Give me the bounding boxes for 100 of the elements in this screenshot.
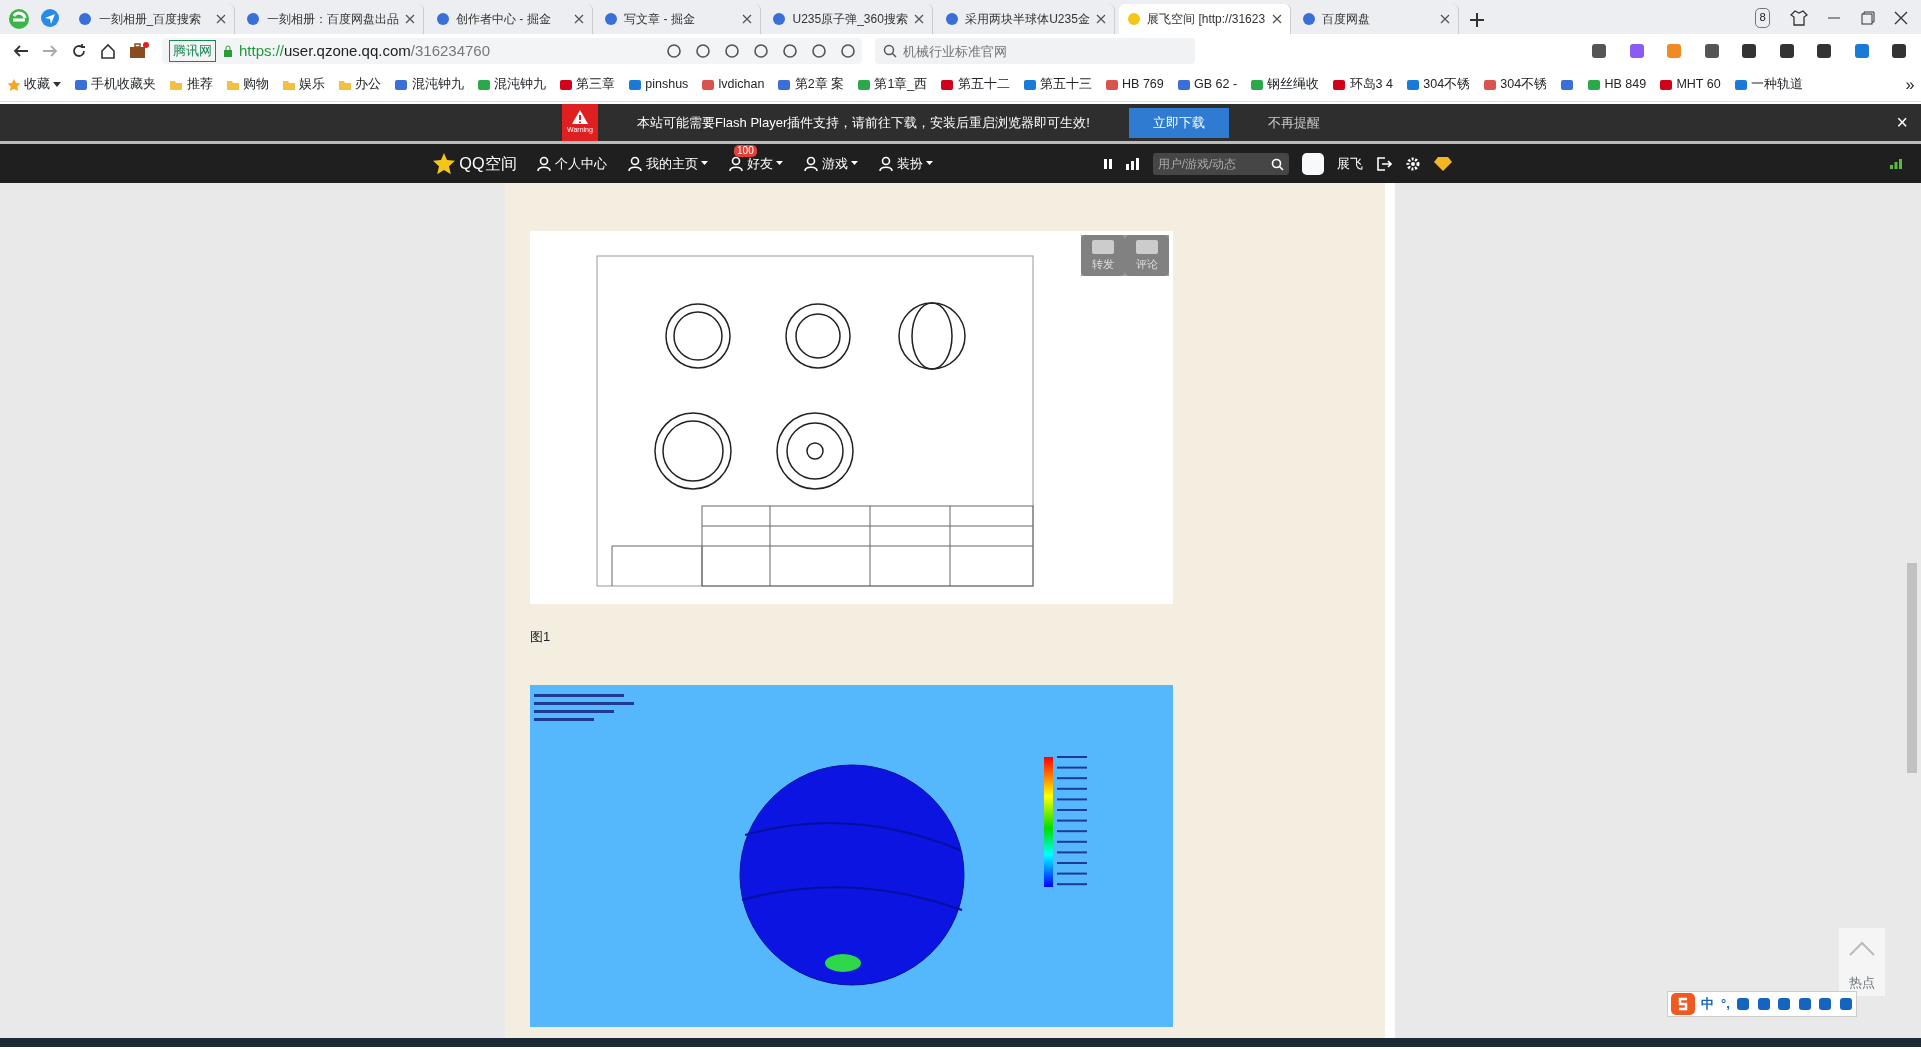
bookmark-link[interactable]: 第五十三 xyxy=(1022,75,1092,94)
pause-icon[interactable] xyxy=(1102,157,1113,170)
nav-link[interactable]: 装扮 xyxy=(877,153,934,174)
tab-favicon-icon xyxy=(78,12,92,26)
sync-icon[interactable] xyxy=(1852,42,1871,60)
bookmark-link[interactable]: 收藏 xyxy=(6,75,61,94)
site-favicon-icon xyxy=(1659,77,1674,92)
punctuation-toggle[interactable]: °, xyxy=(1720,994,1730,1014)
close-icon[interactable] xyxy=(1096,14,1107,24)
site-favicon-icon xyxy=(1332,77,1347,92)
send-icon[interactable] xyxy=(40,7,61,28)
site-favicon-icon xyxy=(701,77,716,92)
bookmark-link[interactable]: 推荐 xyxy=(169,75,213,94)
share-icon xyxy=(1090,238,1116,257)
bookmark-link[interactable]: MHT 60 xyxy=(1659,75,1721,94)
bookmark-link[interactable]: 混沌钟九 xyxy=(394,75,464,94)
close-icon[interactable] xyxy=(405,14,416,24)
close-icon[interactable] xyxy=(914,14,925,24)
bookmark-link[interactable]: 购物 xyxy=(225,75,269,94)
star-icon xyxy=(6,77,21,92)
more-bookmarks-button[interactable]: » xyxy=(1905,72,1915,97)
signal-icon xyxy=(1889,158,1902,169)
scrollbar-thumb[interactable] xyxy=(1907,563,1917,773)
close-button[interactable]: × xyxy=(1896,107,1908,138)
nav-link[interactable]: 游戏 xyxy=(802,153,859,174)
close-icon[interactable] xyxy=(216,14,226,24)
browser-logo-icon[interactable] xyxy=(6,6,31,31)
bookmark-link[interactable]: 一种轨道 xyxy=(1733,75,1803,94)
tab-favicon-icon xyxy=(435,12,450,26)
search-icon xyxy=(1270,157,1284,171)
bookmark-link[interactable]: 手机收藏夹 xyxy=(74,75,157,94)
bookmark-link[interactable]: 钢丝绳收 xyxy=(1250,75,1320,94)
warning-icon xyxy=(571,109,589,126)
site-badge: 腾讯网 xyxy=(168,40,216,62)
bookmark-link[interactable]: 第1章_西 xyxy=(857,75,928,94)
restore-icon[interactable] xyxy=(1860,10,1875,25)
flash-warning-message: 本站可能需要Flash Player插件支持，请前往下载，安装后重启浏览器即可生效! xyxy=(637,113,1090,132)
site-favicon-icon xyxy=(476,77,491,92)
bookmark-link[interactable]: GB 62 - xyxy=(1176,75,1238,94)
bookmark-link[interactable]: HB 849 xyxy=(1587,75,1647,94)
bookmark-link[interactable]: 混沌钟九 xyxy=(476,75,546,94)
site-logo-text[interactable]: QQ空间 xyxy=(459,151,517,176)
nav-link[interactable]: 个人中心 xyxy=(536,153,608,174)
star-logo-icon[interactable] xyxy=(432,151,456,176)
site-favicon-icon xyxy=(74,77,88,92)
input-mode-toggle[interactable]: 中 xyxy=(1701,994,1715,1014)
bookmark-link[interactable]: 304不锈 xyxy=(1406,75,1471,94)
bookmark-link[interactable]: 第五十二 xyxy=(940,75,1010,94)
close-icon[interactable] xyxy=(1271,14,1282,24)
tab-favicon-icon xyxy=(772,12,786,26)
site-favicon-icon xyxy=(777,77,792,92)
diamond-icon[interactable] xyxy=(1433,155,1452,172)
dismiss-link[interactable]: 不再提醒 xyxy=(1267,112,1320,133)
download-button[interactable]: 立即下载 xyxy=(1128,107,1229,138)
site-favicon-icon xyxy=(1733,77,1748,92)
search-field[interactable]: 机械行业标准官网 xyxy=(875,38,1195,64)
reload-icon[interactable] xyxy=(71,43,87,59)
tab-favicon-icon xyxy=(1301,12,1316,26)
site-favicon-icon xyxy=(1560,77,1575,92)
back-icon[interactable] xyxy=(13,43,29,59)
close-icon[interactable] xyxy=(1439,14,1450,24)
site-favicon-icon xyxy=(1176,77,1191,92)
input-method-logo-icon[interactable] xyxy=(1670,993,1695,1015)
nav-link[interactable]: 我的主页 xyxy=(626,153,709,174)
site-favicon-icon xyxy=(394,77,409,92)
browser-tab[interactable]: 展飞空间 [http://31623 xyxy=(1118,4,1291,34)
bookmark-link[interactable]: 第三章 xyxy=(558,75,615,94)
figure-caption: 图1 xyxy=(530,627,552,646)
bookmark-link[interactable]: lvdichan xyxy=(701,75,765,94)
close-icon[interactable] xyxy=(1894,10,1908,25)
logout-icon[interactable] xyxy=(1375,155,1392,172)
user-name[interactable]: 展飞 xyxy=(1336,153,1363,174)
site-favicon-icon xyxy=(1022,77,1037,92)
bookmark-link[interactable]: 304不锈 xyxy=(1483,75,1548,94)
tab-count[interactable]: 8 xyxy=(1755,8,1770,28)
tab-favicon-icon xyxy=(603,12,618,26)
person-icon xyxy=(536,155,553,172)
site-favicon-icon xyxy=(628,77,642,92)
search-field[interactable]: 用户/游戏/动态 xyxy=(1152,152,1289,175)
bars-icon[interactable] xyxy=(1125,157,1140,170)
tab-favicon-icon xyxy=(944,12,959,26)
briefcase-icon[interactable] xyxy=(129,42,149,60)
bookmark-link[interactable]: 办公 xyxy=(338,75,382,94)
bookmark-link[interactable]: 第2章 案 xyxy=(777,75,845,94)
site-favicon-icon xyxy=(1250,77,1265,92)
site-favicon-icon xyxy=(1104,77,1119,92)
bookmark-link[interactable]: HB 769 xyxy=(1104,75,1164,94)
nav-link[interactable]: 好友 xyxy=(727,153,784,174)
address-bar[interactable]: 腾讯网 https://user.qzone.qq.com/316234760 xyxy=(162,38,862,64)
friends-icon xyxy=(727,155,744,172)
site-favicon-icon xyxy=(1483,77,1498,92)
bookmark-link[interactable]: 环岛3 4 xyxy=(1332,75,1393,94)
bookmark-link[interactable] xyxy=(1560,77,1575,92)
bookmark-link[interactable]: 娱乐 xyxy=(281,75,325,94)
tab-favicon-icon xyxy=(246,12,261,26)
new-tab-icon[interactable] xyxy=(1468,11,1485,28)
close-icon[interactable] xyxy=(573,14,584,24)
close-icon[interactable] xyxy=(741,14,752,24)
bookmark-link[interactable]: pinshus xyxy=(628,75,689,94)
avatar[interactable] xyxy=(1301,152,1324,175)
